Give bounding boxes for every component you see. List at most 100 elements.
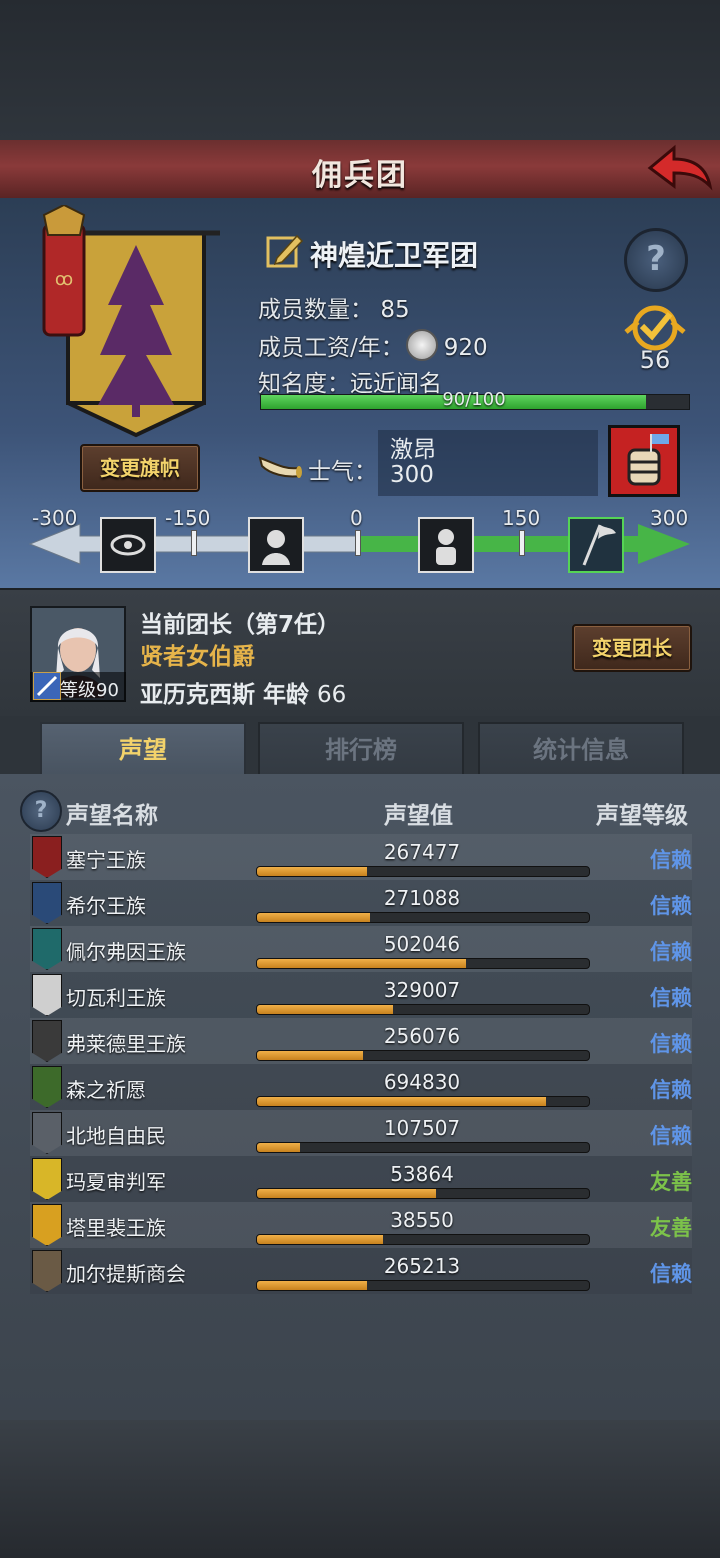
reputation-bar-fill: [257, 1235, 384, 1244]
page-title: 佣兵团: [312, 158, 408, 193]
reputation-value: 694830: [383, 1070, 461, 1094]
morale-calm-icon[interactable]: [418, 517, 474, 573]
top-background: [0, 0, 720, 140]
faction-name: 弗莱德里王族: [66, 1032, 186, 1056]
back-arrow-icon[interactable]: [644, 142, 714, 194]
col-header-level: 声望等级: [596, 803, 688, 829]
faction-name: 切瓦利王族: [66, 986, 166, 1010]
change-banner-button[interactable]: 变更旗帜: [80, 444, 200, 492]
table-row[interactable]: 希尔王族 271088 信赖: [30, 880, 692, 926]
faction-crest-icon: [32, 1250, 62, 1292]
faction-crest-icon: [32, 928, 62, 970]
rank-number: 56: [639, 346, 671, 374]
scale-label-300: 300: [650, 506, 689, 530]
reputation-bar-fill: [257, 1097, 546, 1106]
faction-name: 希尔王族: [66, 894, 146, 918]
scale-tick: [519, 530, 525, 556]
salary-label: 成员工资/年：: [258, 335, 404, 361]
morale-eye-icon[interactable]: [100, 517, 156, 573]
horn-icon: [258, 448, 302, 482]
scale-tick: [355, 530, 361, 556]
fame-progress-text: 90/100: [442, 389, 506, 410]
table-row[interactable]: 加尔提斯商会 265213 信赖: [30, 1248, 692, 1294]
table-row[interactable]: 佩尔弗因王族 502046 信赖: [30, 926, 692, 972]
faction-crest-icon: [32, 1158, 62, 1200]
tab-ranking[interactable]: 排行榜: [258, 722, 464, 778]
reputation-bar-fill: [257, 1051, 364, 1060]
reputation-bar: [256, 866, 590, 877]
faction-name: 北地自由民: [66, 1124, 166, 1148]
reputation-level: 信赖: [650, 1262, 692, 1286]
faction-crest-icon: [32, 1204, 62, 1246]
reputation-level: 信赖: [650, 1124, 692, 1148]
reputation-bar: [256, 1280, 590, 1291]
reputation-bar: [256, 1096, 590, 1107]
change-leader-button[interactable]: 变更团长: [572, 624, 692, 672]
table-row[interactable]: 塔里裴王族 38550 友善: [30, 1202, 692, 1248]
leader-age-label: 年龄: [263, 682, 310, 708]
reputation-bar: [256, 912, 590, 923]
reputation-bar: [256, 1142, 590, 1153]
reputation-bar: [256, 1050, 590, 1061]
morale-despair-icon[interactable]: [248, 517, 304, 573]
table-row[interactable]: 森之祈愿 694830 信赖: [30, 1064, 692, 1110]
reputation-bar: [256, 958, 590, 969]
reputation-level: 信赖: [650, 848, 692, 872]
faction-crest-icon: [32, 1112, 62, 1154]
members-label: 成员数量：: [258, 297, 373, 323]
edit-name-icon[interactable]: [265, 230, 305, 270]
morale-state: 激昂: [390, 437, 436, 463]
faction-crest-icon: [32, 882, 62, 924]
scale-label-0: 0: [350, 506, 363, 530]
morale-rally-icon[interactable]: [568, 517, 624, 573]
table-row[interactable]: 弗莱德里王族 256076 信赖: [30, 1018, 692, 1064]
sword-icon: [33, 672, 61, 700]
reputation-value: 107507: [383, 1116, 461, 1140]
table-row[interactable]: 切瓦利王族 329007 信赖: [30, 972, 692, 1018]
reputation-value: 502046: [383, 932, 461, 956]
morale-label: 士气：: [308, 459, 377, 485]
table-row[interactable]: 玛夏审判军 53864 友善: [30, 1156, 692, 1202]
bottom-background: [0, 1420, 720, 1558]
reputation-help-icon[interactable]: ?: [20, 790, 62, 832]
reputation-bar: [256, 1188, 590, 1199]
reputation-bar-fill: [257, 913, 370, 922]
faction-crest-icon: [32, 1066, 62, 1108]
reputation-level: 信赖: [650, 986, 692, 1010]
scale-label-neg300: -300: [32, 506, 78, 530]
morale-barrel-icon[interactable]: [608, 425, 680, 497]
reputation-list: 塞宁王族 267477 信赖 希尔王族 271088 信赖 佩尔弗因王族 502046 信赖 切瓦…: [30, 834, 692, 1294]
reputation-bar-fill: [257, 867, 367, 876]
col-header-name: 声望名称: [66, 803, 158, 829]
reputation-bar-fill: [257, 1281, 367, 1290]
salary-value: 920: [443, 335, 488, 361]
team-name: 神煌近卫军团: [310, 239, 479, 272]
faction-name: 佩尔弗因王族: [66, 940, 186, 964]
reputation-bar-fill: [257, 1005, 394, 1014]
svg-text:ꝏ: ꝏ: [55, 269, 73, 290]
col-header-value: 声望值: [384, 803, 453, 829]
faction-name: 加尔提斯商会: [66, 1262, 186, 1286]
tab-reputation[interactable]: 声望: [40, 722, 246, 776]
leader-level: 等级90: [60, 680, 119, 701]
reputation-bar-fill: [257, 1189, 437, 1198]
scale-label-150: 150: [502, 506, 541, 530]
reputation-value: 256076: [383, 1024, 461, 1048]
scale-label-neg150: -150: [165, 506, 211, 530]
reputation-value: 329007: [383, 978, 461, 1002]
reputation-level: 信赖: [650, 1032, 692, 1056]
table-row[interactable]: 北地自由民 107507 信赖: [30, 1110, 692, 1156]
faction-name: 森之祈愿: [66, 1078, 146, 1102]
faction-name: 塞宁王族: [66, 848, 146, 872]
faction-name: 玛夏审判军: [66, 1170, 166, 1194]
members-value: 85: [380, 297, 410, 323]
reputation-bar: [256, 1004, 590, 1015]
tab-statistics[interactable]: 统计信息: [478, 722, 684, 778]
reputation-value: 267477: [383, 840, 461, 864]
help-icon[interactable]: ?: [624, 228, 688, 292]
reputation-level: 友善: [650, 1216, 692, 1240]
reputation-level: 友善: [650, 1170, 692, 1194]
team-banner-icon[interactable]: ꝏ: [30, 203, 230, 445]
table-row[interactable]: 塞宁王族 267477 信赖: [30, 834, 692, 880]
reputation-bar-fill: [257, 1143, 301, 1152]
